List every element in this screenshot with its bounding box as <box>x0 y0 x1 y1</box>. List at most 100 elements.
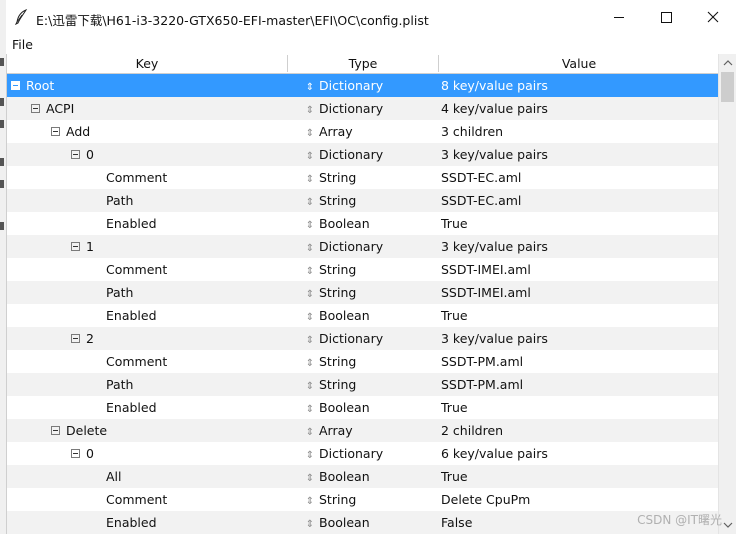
table-row[interactable]: All ⇕ Boolean True <box>7 465 719 488</box>
type-updown-icon[interactable]: ⇕ <box>305 145 315 168</box>
table-row[interactable]: Add ⇕ Array 3 children <box>7 120 719 143</box>
type-updown-icon[interactable]: ⇕ <box>305 467 315 490</box>
value-cell[interactable]: 4 key/value pairs <box>441 97 548 120</box>
type-cell[interactable]: ⇕ String <box>305 258 357 283</box>
type-updown-icon[interactable]: ⇕ <box>305 168 315 191</box>
value-cell[interactable]: True <box>441 396 468 419</box>
value-cell[interactable]: SSDT-EC.aml <box>441 166 521 189</box>
value-cell[interactable]: Delete CpuPm <box>441 488 530 511</box>
table-row[interactable]: Comment ⇕ String SSDT-IMEI.aml <box>7 258 719 281</box>
type-cell[interactable]: ⇕ Boolean <box>305 465 370 490</box>
type-updown-icon[interactable]: ⇕ <box>305 191 315 214</box>
key-cell[interactable]: Delete <box>66 419 107 442</box>
collapse-toggle-icon[interactable] <box>51 127 60 136</box>
collapse-toggle-icon[interactable] <box>71 334 80 343</box>
collapse-toggle-icon[interactable] <box>71 242 80 251</box>
type-cell[interactable]: ⇕ String <box>305 350 357 375</box>
table-row[interactable]: 0 ⇕ Dictionary 6 key/value pairs <box>7 442 719 465</box>
key-cell[interactable]: Comment <box>106 258 167 281</box>
type-cell[interactable]: ⇕ Dictionary <box>305 442 383 467</box>
key-cell[interactable]: Path <box>106 189 133 212</box>
key-cell[interactable]: Add <box>66 120 90 143</box>
value-cell[interactable]: True <box>441 465 468 488</box>
key-cell[interactable]: Comment <box>106 488 167 511</box>
type-updown-icon[interactable]: ⇕ <box>305 237 315 260</box>
table-row[interactable]: 1 ⇕ Dictionary 3 key/value pairs <box>7 235 719 258</box>
table-row[interactable]: Enabled ⇕ Boolean True <box>7 396 719 419</box>
collapse-toggle-icon[interactable] <box>71 150 80 159</box>
type-updown-icon[interactable]: ⇕ <box>305 283 315 306</box>
table-row[interactable]: Comment ⇕ String SSDT-PM.aml <box>7 350 719 373</box>
type-updown-icon[interactable]: ⇕ <box>305 444 315 467</box>
collapse-toggle-icon[interactable] <box>11 81 20 90</box>
plist-tree-table[interactable]: Key Type Value Root ⇕ Dictionary 8 key/valu… <box>6 54 719 534</box>
table-row[interactable]: Comment ⇕ String SSDT-EC.aml <box>7 166 719 189</box>
type-cell[interactable]: ⇕ String <box>305 166 357 191</box>
type-cell[interactable]: ⇕ Dictionary <box>305 74 383 99</box>
value-cell[interactable]: False <box>441 511 472 534</box>
type-cell[interactable]: ⇕ Boolean <box>305 304 370 329</box>
type-cell[interactable]: ⇕ Boolean <box>305 511 370 534</box>
table-row[interactable]: 2 ⇕ Dictionary 3 key/value pairs <box>7 327 719 350</box>
scroll-up-button[interactable] <box>719 54 736 72</box>
collapse-toggle-icon[interactable] <box>31 104 40 113</box>
key-cell[interactable]: Enabled <box>106 396 157 419</box>
type-cell[interactable]: ⇕ Boolean <box>305 212 370 237</box>
type-cell[interactable]: ⇕ Dictionary <box>305 235 383 260</box>
type-updown-icon[interactable]: ⇕ <box>305 490 315 513</box>
type-updown-icon[interactable]: ⇕ <box>305 421 315 444</box>
value-cell[interactable]: SSDT-PM.aml <box>441 373 523 396</box>
type-cell[interactable]: ⇕ String <box>305 281 357 306</box>
key-cell[interactable]: Enabled <box>106 511 157 534</box>
type-cell[interactable]: ⇕ Array <box>305 120 353 145</box>
table-row[interactable]: Enabled ⇕ Boolean True <box>7 304 719 327</box>
type-updown-icon[interactable]: ⇕ <box>305 99 315 122</box>
key-cell[interactable]: Path <box>106 373 133 396</box>
key-cell[interactable]: Root <box>26 74 54 97</box>
value-cell[interactable]: SSDT-IMEI.aml <box>441 258 531 281</box>
key-cell[interactable]: Path <box>106 281 133 304</box>
type-updown-icon[interactable]: ⇕ <box>305 513 315 534</box>
key-cell[interactable]: 0 <box>86 442 94 465</box>
key-cell[interactable]: Comment <box>106 166 167 189</box>
type-cell[interactable]: ⇕ Boolean <box>305 396 370 421</box>
table-row[interactable]: Path ⇕ String SSDT-PM.aml <box>7 373 719 396</box>
key-cell[interactable]: ACPI <box>46 97 74 120</box>
scrollbar-thumb[interactable] <box>721 72 734 102</box>
key-cell[interactable]: Comment <box>106 350 167 373</box>
minimize-button[interactable] <box>596 0 642 34</box>
table-row[interactable]: Delete ⇕ Array 2 children <box>7 419 719 442</box>
value-cell[interactable]: 8 key/value pairs <box>441 74 548 97</box>
key-cell[interactable]: 0 <box>86 143 94 166</box>
table-row[interactable]: Enabled ⇕ Boolean True <box>7 212 719 235</box>
value-cell[interactable]: 3 children <box>441 120 503 143</box>
table-row[interactable]: ACPI ⇕ Dictionary 4 key/value pairs <box>7 97 719 120</box>
key-cell[interactable]: Enabled <box>106 212 157 235</box>
table-row[interactable]: Path ⇕ String SSDT-IMEI.aml <box>7 281 719 304</box>
type-cell[interactable]: ⇕ String <box>305 373 357 398</box>
maximize-button[interactable] <box>643 0 689 34</box>
menu-file[interactable]: File <box>12 37 33 52</box>
key-cell[interactable]: All <box>106 465 122 488</box>
type-updown-icon[interactable]: ⇕ <box>305 398 315 421</box>
key-cell[interactable]: Enabled <box>106 304 157 327</box>
collapse-toggle-icon[interactable] <box>51 426 60 435</box>
type-updown-icon[interactable]: ⇕ <box>305 352 315 375</box>
type-updown-icon[interactable]: ⇕ <box>305 375 315 398</box>
value-cell[interactable]: True <box>441 304 468 327</box>
close-button[interactable] <box>690 0 736 34</box>
title-bar[interactable]: E:\迅雷下载\H61-i3-3220-GTX650-EFI-master\EF… <box>6 0 736 34</box>
column-header-key[interactable]: Key <box>7 54 287 73</box>
value-cell[interactable]: 3 key/value pairs <box>441 327 548 350</box>
collapse-toggle-icon[interactable] <box>71 449 80 458</box>
type-cell[interactable]: ⇕ Array <box>305 419 353 444</box>
table-row[interactable]: Path ⇕ String SSDT-EC.aml <box>7 189 719 212</box>
value-cell[interactable]: SSDT-EC.aml <box>441 189 521 212</box>
type-cell[interactable]: ⇕ Dictionary <box>305 97 383 122</box>
value-cell[interactable]: SSDT-PM.aml <box>441 350 523 373</box>
value-cell[interactable]: 6 key/value pairs <box>441 442 548 465</box>
type-updown-icon[interactable]: ⇕ <box>305 214 315 237</box>
column-header-type[interactable]: Type <box>288 54 438 73</box>
type-updown-icon[interactable]: ⇕ <box>305 260 315 283</box>
value-cell[interactable]: 3 key/value pairs <box>441 143 548 166</box>
